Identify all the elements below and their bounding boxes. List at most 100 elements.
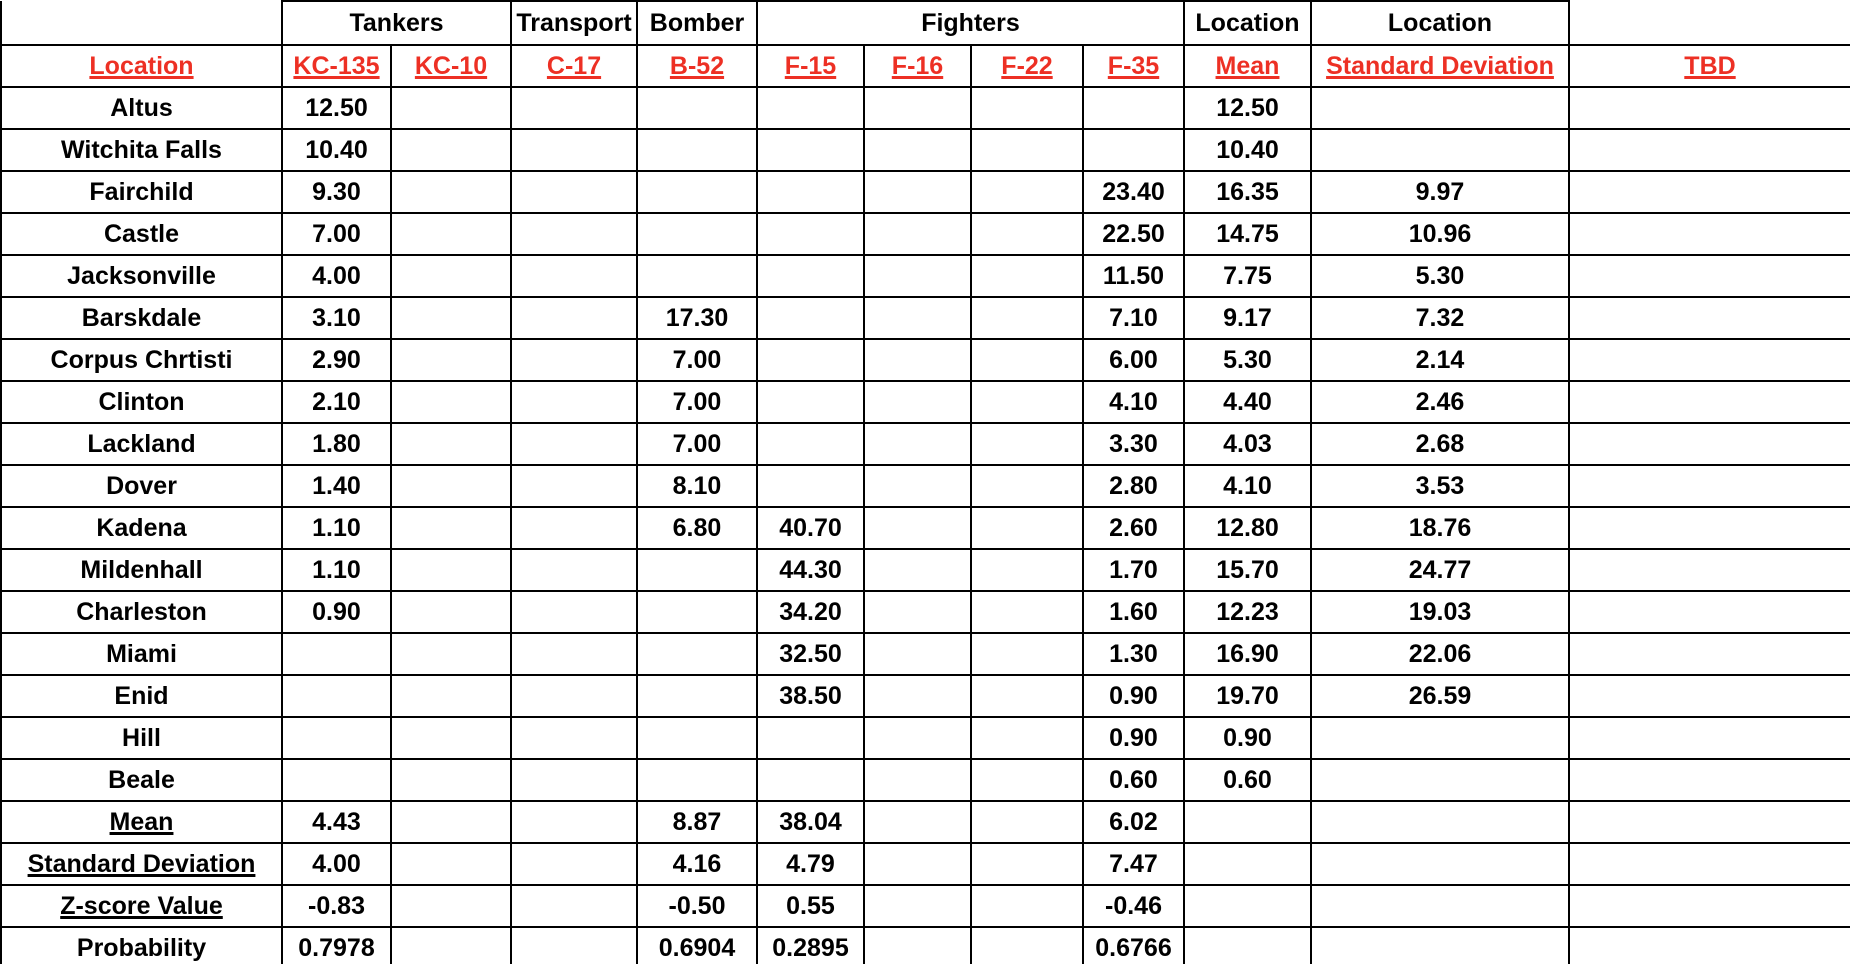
row-label-dover[interactable]: Dover <box>0 464 283 508</box>
cell[interactable]: 7.00 <box>636 422 758 466</box>
cell[interactable] <box>1568 464 1850 508</box>
cell[interactable]: 0.90 <box>281 590 392 634</box>
cell[interactable] <box>510 590 638 634</box>
row-label-fairchild[interactable]: Fairchild <box>0 170 283 214</box>
cell[interactable] <box>390 884 512 928</box>
cell[interactable] <box>510 128 638 172</box>
cell[interactable] <box>970 842 1084 886</box>
cell[interactable]: 12.50 <box>1183 86 1312 130</box>
cell[interactable] <box>756 380 865 424</box>
cell[interactable] <box>970 380 1084 424</box>
cell[interactable] <box>863 254 972 298</box>
cell[interactable] <box>1568 800 1850 844</box>
cell[interactable]: 2.80 <box>1082 464 1185 508</box>
row-label-kadena[interactable]: Kadena <box>0 506 283 550</box>
cell[interactable]: 7.32 <box>1310 296 1570 340</box>
cell[interactable] <box>390 212 512 256</box>
row-label-castle[interactable]: Castle <box>0 212 283 256</box>
cell[interactable] <box>510 254 638 298</box>
cell[interactable] <box>863 590 972 634</box>
column-header-kc-10[interactable]: KC-10 <box>390 44 512 88</box>
cell[interactable] <box>863 170 972 214</box>
cell[interactable] <box>970 170 1084 214</box>
column-header-tbd[interactable]: TBD <box>1568 44 1850 88</box>
column-header-b-52[interactable]: B-52 <box>636 44 758 88</box>
cell[interactable]: 15.70 <box>1183 548 1312 592</box>
cell[interactable] <box>510 884 638 928</box>
cell[interactable] <box>390 758 512 802</box>
cell[interactable] <box>863 842 972 886</box>
cell[interactable]: 22.50 <box>1082 212 1185 256</box>
cell[interactable] <box>510 464 638 508</box>
cell[interactable] <box>636 590 758 634</box>
cell[interactable]: 7.47 <box>1082 842 1185 886</box>
cell[interactable] <box>510 338 638 382</box>
row-label-witchita-falls[interactable]: Witchita Falls <box>0 128 283 172</box>
cell[interactable]: 10.96 <box>1310 212 1570 256</box>
cell[interactable] <box>1183 842 1312 886</box>
cell[interactable] <box>970 926 1084 964</box>
cell[interactable] <box>863 506 972 550</box>
cell[interactable] <box>390 716 512 760</box>
cell[interactable] <box>970 590 1084 634</box>
cell[interactable]: 0.90 <box>1082 674 1185 718</box>
cell[interactable] <box>636 86 758 130</box>
row-label-altus[interactable]: Altus <box>0 86 283 130</box>
cell[interactable]: 16.35 <box>1183 170 1312 214</box>
cell[interactable] <box>756 758 865 802</box>
cell[interactable]: 7.00 <box>636 338 758 382</box>
cell[interactable] <box>281 674 392 718</box>
row-label-beale[interactable]: Beale <box>0 758 283 802</box>
cell[interactable] <box>1183 926 1312 964</box>
cell[interactable] <box>636 716 758 760</box>
cell[interactable] <box>1568 338 1850 382</box>
cell[interactable]: 7.00 <box>636 380 758 424</box>
cell[interactable]: 40.70 <box>756 506 865 550</box>
cell[interactable]: 4.00 <box>281 842 392 886</box>
cell[interactable]: 12.80 <box>1183 506 1312 550</box>
cell[interactable] <box>1082 86 1185 130</box>
cell[interactable]: 0.90 <box>1082 716 1185 760</box>
cell[interactable]: 0.6904 <box>636 926 758 964</box>
cell[interactable] <box>756 296 865 340</box>
cell[interactable] <box>510 212 638 256</box>
cell[interactable]: -0.83 <box>281 884 392 928</box>
cell[interactable] <box>756 212 865 256</box>
cell[interactable]: 12.50 <box>281 86 392 130</box>
cell[interactable] <box>863 800 972 844</box>
cell[interactable] <box>970 674 1084 718</box>
cell[interactable]: 4.00 <box>281 254 392 298</box>
cell[interactable] <box>510 170 638 214</box>
cell[interactable] <box>970 464 1084 508</box>
cell[interactable] <box>1310 128 1570 172</box>
cell[interactable] <box>390 86 512 130</box>
cell[interactable] <box>756 170 865 214</box>
cell[interactable] <box>1568 548 1850 592</box>
cell[interactable]: 1.10 <box>281 548 392 592</box>
cell[interactable]: 4.43 <box>281 800 392 844</box>
cell[interactable] <box>863 926 972 964</box>
cell[interactable] <box>863 674 972 718</box>
cell[interactable]: 1.70 <box>1082 548 1185 592</box>
cell[interactable]: 38.50 <box>756 674 865 718</box>
row-label-charleston[interactable]: Charleston <box>0 590 283 634</box>
cell[interactable]: 18.76 <box>1310 506 1570 550</box>
cell[interactable] <box>970 506 1084 550</box>
cell[interactable] <box>390 128 512 172</box>
cell[interactable] <box>756 422 865 466</box>
row-label-enid[interactable]: Enid <box>0 674 283 718</box>
column-header-c-17[interactable]: C-17 <box>510 44 638 88</box>
row-label-standard-deviation[interactable]: Standard Deviation <box>0 842 283 886</box>
cell[interactable]: 1.40 <box>281 464 392 508</box>
cell[interactable] <box>863 758 972 802</box>
cell[interactable]: 3.10 <box>281 296 392 340</box>
cell[interactable]: 1.80 <box>281 422 392 466</box>
cell[interactable] <box>510 842 638 886</box>
cell[interactable]: 17.30 <box>636 296 758 340</box>
cell[interactable] <box>1568 422 1850 466</box>
column-header-kc-135[interactable]: KC-135 <box>281 44 392 88</box>
cell[interactable]: 0.7978 <box>281 926 392 964</box>
cell[interactable]: 9.17 <box>1183 296 1312 340</box>
cell[interactable] <box>636 170 758 214</box>
cell[interactable] <box>1568 926 1850 964</box>
